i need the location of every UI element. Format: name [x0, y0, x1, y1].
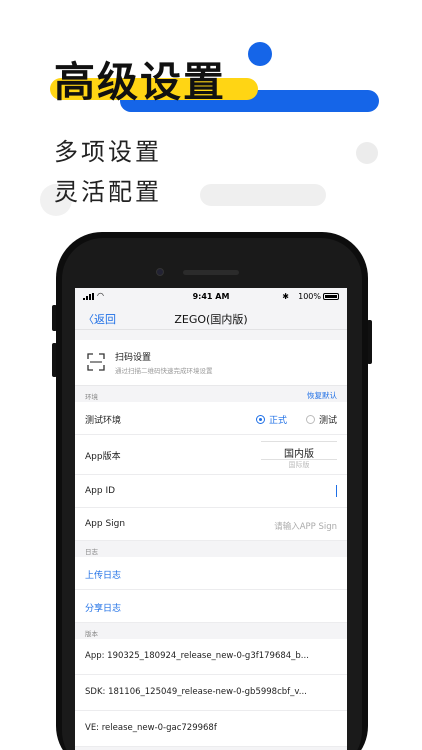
section-header-version: 版本 [75, 623, 347, 639]
status-bar: ◠ 9:41 AM ✱ 100% [75, 288, 347, 306]
section-label: 环境 [85, 393, 98, 401]
battery-percent: 100% [298, 292, 321, 301]
scan-settings-title: 扫码设置 [115, 353, 152, 363]
scan-icon [87, 353, 105, 371]
share-log-label: 分享日志 [85, 604, 122, 614]
section-header-environment: 环境 恢复默认 [75, 386, 347, 402]
navigation-bar: 〈返回 ZEGO(国内版) [75, 306, 347, 330]
app-version-row: App版本 国内版 国际版 [75, 435, 347, 475]
version-app-text: App: 190325_180924_release_new-0-g3f1796… [85, 651, 309, 661]
promo-headline: 高级设置 [54, 58, 226, 106]
version-sdk-text: SDK: 181106_125049_release-new-0-gb5998c… [85, 687, 307, 697]
app-sign-input[interactable]: 请输入APP Sign [274, 520, 337, 532]
page-title: ZEGO(国内版) [174, 313, 248, 326]
radio-selected-icon [255, 415, 265, 424]
bluetooth-icon: ✱ [282, 292, 289, 301]
app-id-row[interactable]: App ID [75, 475, 347, 508]
upload-log-row[interactable]: 上传日志 [75, 557, 347, 590]
promo-subtitle-2: 灵活配置 [54, 178, 162, 206]
promo-subtitle-1: 多项设置 [54, 138, 162, 166]
version-ve-text: VE: release_new-0-gac729968f [85, 723, 217, 733]
share-log-row[interactable]: 分享日志 [75, 590, 347, 623]
app-sign-label: App Sign [85, 519, 126, 529]
picker-next-value: 国际版 [288, 461, 310, 469]
section-header-log: 日志 [75, 541, 347, 557]
radio-test[interactable]: 测试 [305, 413, 337, 426]
restore-default-button[interactable]: 恢复默认 [307, 390, 337, 401]
app-id-input-cursor [336, 485, 337, 497]
scan-settings-description: 通过扫描二维码快速完成环境设置 [115, 367, 213, 375]
section-label: 版本 [85, 630, 98, 638]
version-ve-row: VE: release_new-0-gac729968f [75, 711, 347, 747]
radio-unselected-icon [305, 415, 315, 424]
decor-blue-dot [248, 42, 272, 66]
version-app-row: App: 190325_180924_release_new-0-g3f1796… [75, 639, 347, 675]
app-version-label: App版本 [85, 452, 121, 462]
battery-icon [323, 293, 339, 300]
phone-screen: ◠ 9:41 AM ✱ 100% 〈返回 ZEGO(国内版) 扫码设置 通过扫描… [75, 288, 347, 750]
radio-production[interactable]: 正式 [255, 413, 287, 426]
version-sdk-row: SDK: 181106_125049_release-new-0-gb5998c… [75, 675, 347, 711]
decor-grey-dot [356, 142, 378, 164]
upload-log-label: 上传日志 [85, 571, 122, 581]
test-environment-label: 测试环境 [85, 416, 122, 426]
picker-selected-value: 国内版 [284, 449, 314, 460]
app-id-label: App ID [85, 486, 116, 496]
scan-settings-row[interactable]: 扫码设置 通过扫描二维码快速完成环境设置 [75, 340, 347, 386]
decor-grey-bar [200, 184, 326, 206]
phone-camera [156, 268, 164, 276]
phone-speaker [183, 270, 239, 275]
app-sign-row[interactable]: App Sign 请输入APP Sign [75, 508, 347, 541]
section-label: 日志 [85, 548, 98, 556]
app-version-picker[interactable]: 国内版 国际版 [261, 439, 337, 469]
test-environment-row: 测试环境 正式 测试 [75, 402, 347, 435]
